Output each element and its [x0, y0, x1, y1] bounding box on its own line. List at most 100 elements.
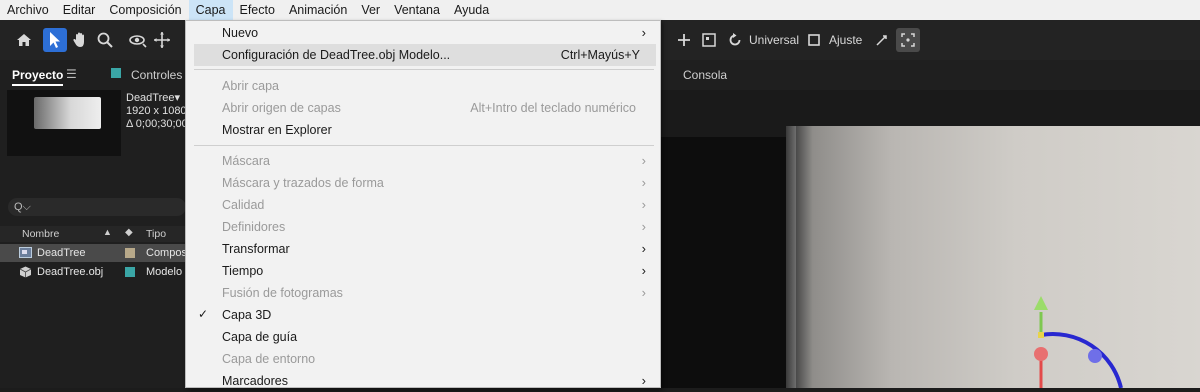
menu-item-label: Abrir origen de capas	[222, 101, 341, 115]
row-type: Composición	[146, 247, 186, 259]
orbit-tool-icon[interactable]	[126, 28, 150, 52]
menu-separator	[194, 69, 654, 70]
snap-grid-icon[interactable]	[896, 28, 920, 52]
mask-tool-icon[interactable]	[697, 28, 721, 52]
project-row[interactable]: DeadTree.obj Modelo 3D	[0, 263, 186, 281]
menu-item-definidores[interactable]: Definidores ›	[186, 216, 660, 238]
snap-option-icon[interactable]	[870, 28, 894, 52]
menu-separator	[194, 145, 654, 146]
3d-model-edge	[786, 126, 796, 388]
menu-animacion[interactable]: Animación	[282, 0, 354, 20]
menu-item-capa-guia[interactable]: Capa de guía	[186, 326, 660, 348]
menu-item-mostrar-explorer[interactable]: Mostrar en Explorer	[186, 119, 660, 141]
row-name: DeadTree	[37, 247, 86, 259]
menu-item-label: Configuración de DeadTree.obj Modelo...	[222, 48, 451, 62]
sort-up-icon[interactable]: ▲	[103, 227, 112, 237]
composition-icon	[19, 247, 32, 258]
menu-item-label: Nuevo	[222, 26, 259, 40]
panel-menu-icon[interactable]: ☰	[66, 67, 77, 81]
submenu-arrow-icon: ›	[641, 175, 646, 190]
menu-ventana[interactable]: Ventana	[387, 0, 447, 20]
menu-item-shortcut: Ctrl+Mayús+Y	[560, 48, 640, 62]
capa-dropdown-menu: Nuevo › Configuración de DeadTree.obj Mo…	[185, 20, 661, 388]
home-icon[interactable]	[12, 28, 36, 52]
zoom-tool-icon[interactable]	[93, 28, 117, 52]
3d-gizmo-icon[interactable]	[1001, 290, 1200, 388]
project-column-header: Nombre ▲ ◆ Tipo	[0, 226, 186, 242]
comp-thumbnail	[7, 90, 121, 156]
menu-item-label: Definidores	[222, 220, 286, 234]
menu-bar: Archivo Editar Composición Capa Efecto A…	[0, 0, 1200, 20]
menu-item-mascara[interactable]: Máscara ›	[186, 150, 660, 172]
submenu-arrow-icon: ›	[641, 373, 646, 388]
menu-item-marcadores[interactable]: Marcadores ›	[186, 370, 660, 392]
menu-item-capa-entorno[interactable]: Capa de entorno	[186, 348, 660, 370]
comp-duration: Δ 0;00;30;00, 29,97 fps	[126, 118, 186, 130]
submenu-arrow-icon: ›	[641, 241, 646, 256]
menu-editar[interactable]: Editar	[56, 0, 103, 20]
tab-effect-controls[interactable]: Controles de efectos	[131, 68, 185, 82]
submenu-arrow-icon: ›	[641, 153, 646, 168]
submenu-arrow-icon: ›	[641, 25, 646, 40]
menu-composicion[interactable]: Composición	[102, 0, 188, 20]
menu-item-label: Abrir capa	[222, 79, 279, 93]
project-search-input[interactable]: Q⌵	[8, 198, 186, 216]
project-row[interactable]: DeadTree Composición	[0, 244, 186, 262]
menu-item-transformar[interactable]: Transformar ›	[186, 238, 660, 260]
selection-tool-icon[interactable]	[43, 28, 67, 52]
submenu-arrow-icon: ›	[641, 285, 646, 300]
menu-item-tiempo[interactable]: Tiempo ›	[186, 260, 660, 282]
comp-size: 1920 x 1080 (1,00)	[126, 105, 186, 117]
menu-item-label: Fusión de fotogramas	[222, 286, 343, 300]
composition-viewer[interactable]	[661, 90, 1200, 388]
menu-item-label: Calidad	[222, 198, 265, 212]
menu-item-nuevo[interactable]: Nuevo ›	[186, 22, 660, 44]
menu-item-abrir-origen[interactable]: Abrir origen de capas Alt+Intro del tecl…	[186, 97, 660, 119]
snap-label[interactable]: Ajuste	[829, 33, 862, 47]
tab-console[interactable]: Consola	[683, 68, 727, 82]
submenu-arrow-icon: ›	[641, 219, 646, 234]
menu-archivo[interactable]: Archivo	[0, 0, 56, 20]
comp-info: DeadTree▾ 1920 x 1080 (1,00) Δ 0;00;30;0…	[126, 92, 186, 131]
label-swatch[interactable]	[125, 248, 135, 258]
comp-name[interactable]: DeadTree▾	[126, 92, 186, 105]
row-type: Modelo 3D	[146, 266, 186, 278]
universal-label[interactable]: Universal	[749, 33, 799, 47]
row-name: DeadTree.obj	[37, 266, 104, 278]
menu-item-label: Transformar	[222, 242, 290, 256]
menu-item-capa-3d[interactable]: ✓ Capa 3D	[186, 304, 660, 326]
menu-efecto[interactable]: Efecto	[233, 0, 282, 20]
tab-project[interactable]: Proyecto	[12, 68, 64, 86]
col-type[interactable]: Tipo	[146, 228, 166, 240]
col-name[interactable]: Nombre	[22, 228, 59, 240]
menu-item-shortcut: Alt+Intro del teclado numérico	[470, 101, 636, 115]
anchor-tool-icon[interactable]	[672, 28, 696, 52]
submenu-arrow-icon: ›	[641, 197, 646, 212]
checkmark-icon: ✓	[198, 307, 209, 321]
menu-item-label: Máscara y trazados de forma	[222, 176, 384, 190]
menu-ver[interactable]: Ver	[354, 0, 387, 20]
menu-item-label: Máscara	[222, 154, 270, 168]
menu-item-model-settings[interactable]: Configuración de DeadTree.obj Modelo... …	[194, 44, 656, 66]
label-icon[interactable]: ◆	[125, 227, 133, 238]
menu-item-mascara-trazados[interactable]: Máscara y trazados de forma ›	[186, 172, 660, 194]
label-swatch[interactable]	[125, 267, 135, 277]
menu-item-label: Capa de guía	[222, 330, 298, 344]
hand-tool-icon[interactable]	[68, 28, 92, 52]
menu-item-label: Tiempo	[222, 264, 264, 278]
snap-checkbox-icon[interactable]	[802, 28, 826, 52]
menu-item-fusion-fotogramas[interactable]: Fusión de fotogramas ›	[186, 282, 660, 304]
menu-item-label: Capa de entorno	[222, 352, 316, 366]
menu-item-label: Marcadores	[222, 374, 288, 388]
controls-swatch	[111, 68, 121, 78]
rotate-icon[interactable]	[723, 28, 747, 52]
menu-ayuda[interactable]: Ayuda	[447, 0, 496, 20]
3d-model-icon	[19, 266, 32, 278]
submenu-arrow-icon: ›	[641, 263, 646, 278]
pan-tool-icon[interactable]	[151, 28, 175, 52]
menu-item-calidad[interactable]: Calidad ›	[186, 194, 660, 216]
menu-item-label: Capa 3D	[222, 308, 272, 322]
menu-item-abrir-capa[interactable]: Abrir capa	[186, 75, 660, 97]
project-panel: DeadTree▾ 1920 x 1080 (1,00) Δ 0;00;30;0…	[0, 90, 186, 388]
menu-capa[interactable]: Capa	[188, 0, 233, 20]
